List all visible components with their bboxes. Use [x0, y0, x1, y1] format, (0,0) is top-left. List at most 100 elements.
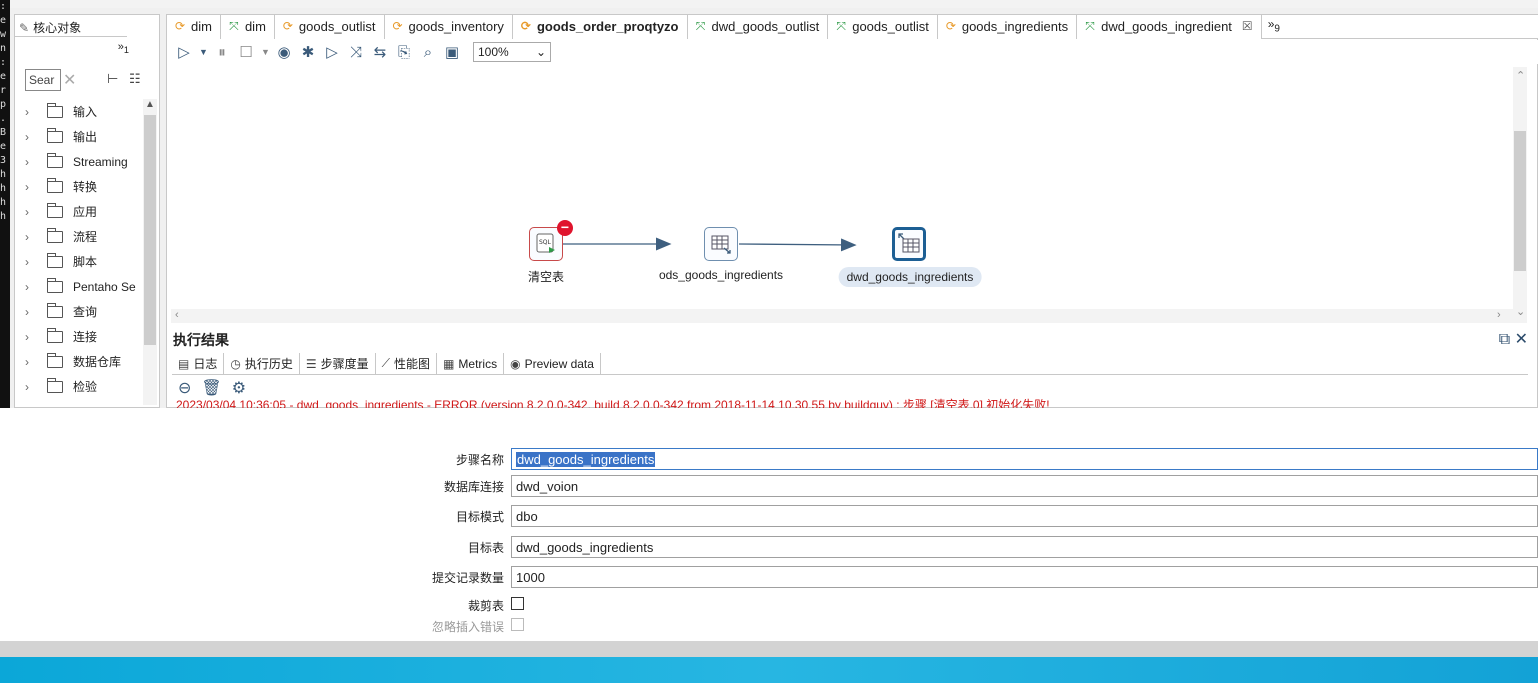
sql-script-icon: SQL — [536, 233, 555, 253]
tree-item[interactable]: › 输入 — [15, 99, 143, 124]
chevron-right-icon[interactable]: › — [25, 380, 39, 394]
db-connection-select[interactable]: dwd_voion — [511, 475, 1538, 497]
scroll-up-icon[interactable]: ⌃ — [1516, 69, 1525, 82]
editor-tab[interactable]: ⤧ goods_outlist — [828, 15, 938, 39]
clear-log-icon[interactable]: ⊖ — [178, 378, 191, 398]
stop-options-chevron-icon[interactable]: ▼ — [261, 47, 270, 57]
editor-tab[interactable]: ⟳ goods_inventory — [384, 15, 513, 39]
execution-results-controls: ⧉ ✕ — [1499, 329, 1528, 349]
maximize-icon[interactable]: ⧉ — [1499, 331, 1510, 348]
editor-tab[interactable]: ⤧ dwd_goods_outlist — [687, 15, 829, 39]
tree-item[interactable]: › 数据仓库 — [15, 349, 143, 374]
hop-ods-to-dwd[interactable] — [738, 238, 857, 252]
collapse-all-icon[interactable]: ☷ — [129, 71, 141, 87]
dialog-bottom-edge — [0, 641, 1538, 657]
tree-item[interactable]: › 输出 — [15, 124, 143, 149]
chevron-right-icon[interactable]: › — [25, 105, 39, 119]
impact-icon[interactable]: ⇆ — [371, 43, 389, 61]
chevron-right-icon[interactable]: › — [25, 205, 39, 219]
node-label: 清空表 — [527, 270, 565, 284]
tab-history[interactable]: ◷ 执行历史 — [224, 353, 300, 374]
verify-icon[interactable]: ⤨ — [347, 44, 365, 61]
chevron-right-icon[interactable]: › — [25, 130, 39, 144]
step-category-tree: › 输入 › 输出 › Streaming › 转换 › 应用 › 流程 › 脚本 › Pent… — [15, 99, 143, 399]
gear-icon[interactable]: ⚙ — [232, 378, 246, 398]
sql-icon[interactable]: ⎘ — [395, 44, 413, 61]
target-table-input[interactable]: dwd_goods_ingredients — [511, 536, 1538, 558]
tab-label: 执行历史 — [244, 357, 293, 371]
tree-item[interactable]: › 脚本 — [15, 249, 143, 274]
target-schema-input[interactable]: dbo — [511, 505, 1538, 527]
chevron-right-icon[interactable]: › — [25, 155, 39, 169]
chevron-right-icon[interactable]: › — [25, 280, 39, 294]
chevron-right-icon[interactable]: › — [25, 230, 39, 244]
table-input-node[interactable] — [704, 227, 738, 261]
scroll-left-icon[interactable]: ‹ — [175, 309, 179, 321]
core-objects-tab[interactable]: ✎ 核心对象 — [15, 15, 127, 37]
transformation-canvas[interactable]: SQL − 清空表 ods_goods_ingredients dwd_good… — [171, 66, 1513, 308]
zoom-select[interactable]: 100% ⌄ — [473, 42, 551, 62]
pause-icon[interactable]: ⏸ — [213, 44, 231, 61]
chevron-right-icon[interactable]: › — [25, 180, 39, 194]
truncate-checkbox[interactable] — [511, 597, 524, 610]
scrollbar-thumb[interactable] — [144, 115, 156, 345]
tree-item[interactable]: › 查询 — [15, 299, 143, 324]
chevron-right-icon[interactable]: › — [25, 355, 39, 369]
editor-tab[interactable]: ⟳ goods_order_proqtyzo — [512, 15, 688, 39]
editor-tab[interactable]: ⟳ goods_ingredients — [937, 15, 1078, 39]
scroll-up-icon[interactable]: ▲ — [145, 99, 155, 110]
canvas-horizontal-scrollbar[interactable]: ‹ › — [171, 309, 1513, 323]
tree-item[interactable]: › 连接 — [15, 324, 143, 349]
db-connection-row: 数据库连接 dwd_voion — [0, 475, 1538, 497]
ignore-errors-checkbox[interactable] — [511, 618, 524, 631]
editor-tab-label: dim — [191, 19, 212, 34]
pencil-icon: ✎ — [19, 21, 30, 35]
tree-item[interactable]: › 转换 — [15, 174, 143, 199]
chevron-right-icon[interactable]: › — [25, 330, 39, 344]
tab-performance[interactable]: ⟋ 性能图 — [376, 353, 438, 374]
close-icon[interactable]: ☒ — [1242, 19, 1253, 33]
commit-size-input[interactable]: 1000 — [511, 566, 1538, 588]
editor-tab-active[interactable]: ⤧ dwd_goods_ingredient ☒ — [1077, 15, 1262, 39]
search-input[interactable]: Sear — [25, 69, 61, 91]
chevron-right-icon[interactable]: › — [25, 255, 39, 269]
trash-icon[interactable]: 🗑 — [201, 378, 221, 398]
tree-item[interactable]: › Streaming — [15, 149, 143, 174]
tree-item[interactable]: › 流程 — [15, 224, 143, 249]
table-output-node[interactable] — [892, 227, 926, 261]
tab-preview-data[interactable]: ◉ Preview data — [504, 353, 601, 374]
editor-tab[interactable]: ⤧ dim — [220, 15, 275, 39]
close-icon[interactable]: ✕ — [1515, 331, 1528, 348]
tab-label: Metrics — [458, 356, 498, 371]
explore-db-icon[interactable]: ⌕ — [419, 44, 437, 61]
tree-item[interactable]: › Pentaho Se — [15, 274, 143, 299]
scrollbar-thumb[interactable] — [1514, 131, 1526, 271]
tab-overflow-button[interactable]: »9 — [1262, 15, 1286, 39]
editor-tab[interactable]: ⟳ dim — [167, 15, 221, 39]
tree-item-label: 应用 — [73, 205, 98, 219]
view-menu-button[interactable]: »1 — [118, 41, 129, 55]
tab-log[interactable]: ▤ 日志 — [172, 353, 225, 374]
tab-metrics[interactable]: ▦ Metrics — [437, 353, 505, 374]
canvas-vertical-scrollbar[interactable]: ⌃ ⌄ — [1513, 67, 1527, 323]
tree-item-label: Pentaho Se — [73, 279, 136, 294]
replay-icon[interactable]: ▷ — [323, 43, 341, 61]
run-options-chevron-icon[interactable]: ▼ — [199, 47, 208, 57]
debug-icon[interactable]: ✱ — [299, 43, 317, 61]
tab-step-metrics[interactable]: ☰ 步骤度量 — [300, 353, 376, 374]
core-objects-panel: ✎ 核心对象 »1 Sear ✕ ⊢ ☷ › 输入 › 输出 › Streaming ›… — [14, 14, 160, 408]
run-icon[interactable]: ▷ — [175, 43, 193, 61]
tree-item[interactable]: › 检验 — [15, 374, 143, 399]
editor-tab[interactable]: ⟳ goods_outlist — [274, 15, 385, 39]
step-name-input[interactable]: dwd_goods_ingredients — [511, 448, 1538, 470]
scroll-right-icon[interactable]: › — [1497, 309, 1501, 321]
clear-search-icon[interactable]: ✕ — [63, 70, 76, 90]
scroll-down-icon[interactable]: ⌄ — [1516, 305, 1525, 318]
expand-all-icon[interactable]: ⊢ — [107, 71, 118, 87]
show-results-icon[interactable]: ▣ — [443, 43, 461, 61]
chevron-right-icon[interactable]: › — [25, 305, 39, 319]
tree-item[interactable]: › 应用 — [15, 199, 143, 224]
preview-icon[interactable]: ◉ — [275, 43, 293, 61]
stop-icon[interactable]: ☐ — [237, 43, 255, 61]
tree-scrollbar[interactable]: ▲ — [143, 99, 157, 405]
